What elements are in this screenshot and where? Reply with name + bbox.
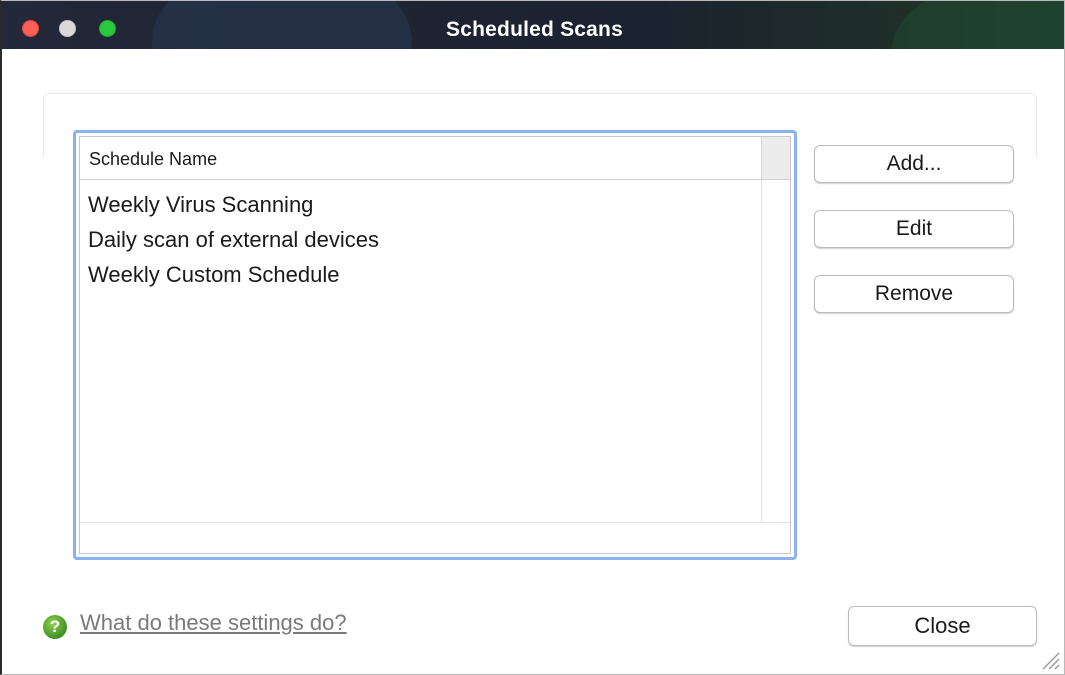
title-bar[interactable]: Scheduled Scans [2,1,1064,49]
edit-button[interactable]: Edit [814,210,1014,248]
schedule-list[interactable]: Schedule Name Weekly Virus Scanning Dail… [73,130,797,560]
close-button[interactable]: Close [848,606,1037,646]
resize-grip-icon[interactable] [1038,648,1060,670]
scheduled-scans-window: Scheduled Scans Schedule Name Weekly Vir… [0,0,1065,675]
schedule-rows: Weekly Virus Scanning Daily scan of exte… [80,187,762,292]
schedule-list-body: Schedule Name Weekly Virus Scanning Dail… [79,136,791,554]
question-icon[interactable]: ? [43,615,67,639]
horizontal-scrollbar[interactable] [80,522,790,553]
list-item[interactable]: Weekly Virus Scanning [80,187,762,222]
list-header: Schedule Name [80,137,790,180]
list-item[interactable]: Weekly Custom Schedule [80,257,762,292]
vertical-scrollbar[interactable] [761,180,790,523]
header-corner [761,137,790,179]
help-link[interactable]: What do these settings do? [80,610,347,636]
remove-button[interactable]: Remove [814,275,1014,313]
column-header-schedule-name[interactable]: Schedule Name [89,149,217,170]
list-item[interactable]: Daily scan of external devices [80,222,762,257]
add-button[interactable]: Add... [814,145,1014,183]
window-title: Scheduled Scans [446,18,623,41]
